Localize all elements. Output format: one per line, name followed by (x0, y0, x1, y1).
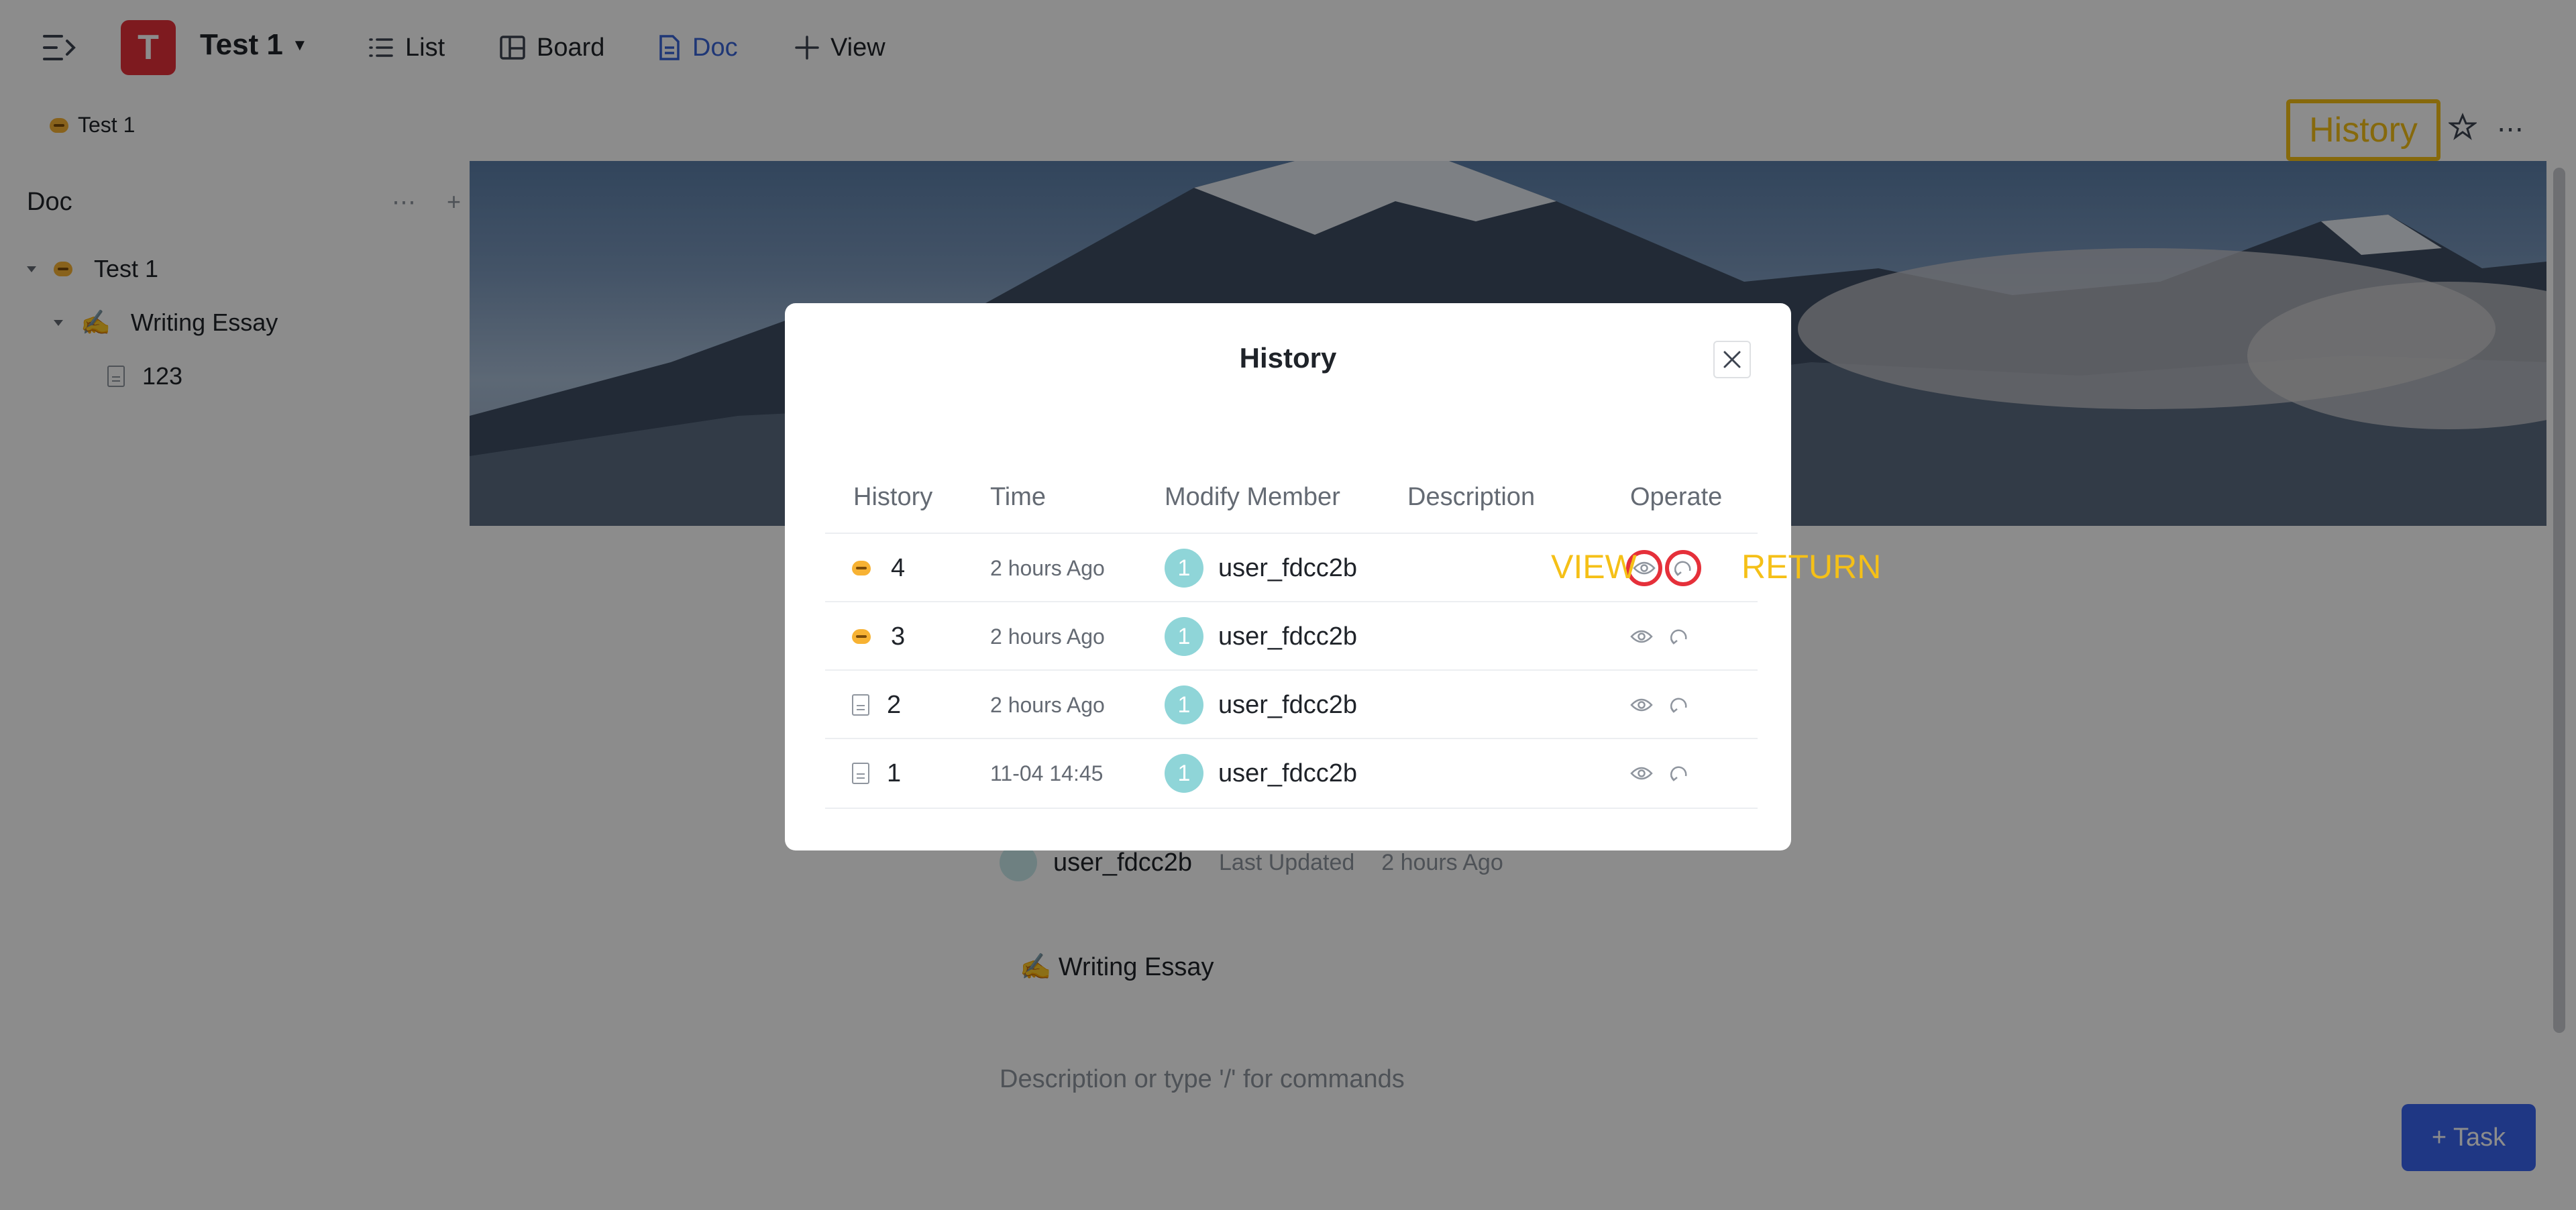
return-button[interactable] (1664, 690, 1695, 720)
eye-icon (1630, 630, 1653, 643)
time-cell: 2 hours Ago (990, 624, 1105, 649)
eye-icon (1630, 698, 1653, 712)
version-cell: 3 (852, 602, 905, 671)
modal-title: History (1239, 342, 1337, 374)
time-cell: 11-04 14:45 (990, 761, 1104, 785)
member-cell: 1 user_fdcc2b (1165, 602, 1357, 671)
doc-icon (852, 763, 869, 784)
column-header-history: History (853, 483, 933, 511)
operate-cell (1626, 671, 1701, 739)
eye-icon (1630, 767, 1653, 780)
view-button[interactable] (1626, 690, 1657, 720)
avatar: 1 (1165, 685, 1203, 724)
avatar: 1 (1165, 549, 1203, 588)
emoji-icon (852, 629, 871, 644)
doc-icon (852, 694, 869, 716)
column-header-time: Time (990, 483, 1046, 511)
restore-icon (1670, 766, 1687, 781)
view-button[interactable] (1626, 758, 1657, 789)
operate-cell (1626, 602, 1701, 671)
time-cell: 2 hours Ago (990, 692, 1105, 717)
return-button[interactable] (1665, 550, 1701, 586)
close-button[interactable] (1713, 341, 1751, 378)
column-header-modify-member: Modify Member (1165, 483, 1340, 511)
restore-icon (1674, 561, 1691, 576)
avatar: 1 (1165, 754, 1203, 793)
emoji-icon (852, 561, 871, 575)
version-cell: 2 (852, 671, 901, 739)
member-name: user_fdcc2b (1218, 553, 1358, 582)
version-number: 1 (887, 759, 902, 787)
history-modal: History History Time Modify Member Descr… (785, 303, 1791, 850)
column-header-operate: Operate (1630, 483, 1723, 511)
annotation-return: RETURN (1741, 548, 1882, 586)
member-name: user_fdcc2b (1218, 759, 1358, 787)
version-number: 3 (891, 622, 906, 651)
member-cell: 1 user_fdcc2b (1165, 671, 1357, 739)
column-header-description: Description (1407, 483, 1536, 511)
return-button[interactable] (1664, 758, 1695, 789)
operate-cell (1626, 739, 1701, 808)
version-number: 2 (887, 690, 902, 719)
member-cell: 1 user_fdcc2b (1165, 739, 1357, 808)
version-number: 4 (891, 553, 906, 582)
restore-icon (1670, 629, 1687, 645)
member-name: user_fdcc2b (1218, 690, 1358, 719)
time-cell: 2 hours Ago (990, 555, 1105, 580)
member-cell: 1 user_fdcc2b (1165, 534, 1357, 602)
table-row: 3 2 hours Ago 1 user_fdcc2b (825, 601, 1758, 671)
return-button[interactable] (1664, 621, 1695, 652)
operate-cell (1626, 534, 1704, 602)
view-button[interactable] (1626, 621, 1657, 652)
restore-icon (1670, 698, 1687, 713)
version-cell: 1 (852, 739, 901, 808)
table-row: 1 11-04 14:45 1 user_fdcc2b (825, 738, 1758, 809)
close-icon (1723, 351, 1741, 368)
annotation-view: VIEW (1551, 548, 1637, 586)
version-cell: 4 (852, 534, 905, 602)
member-name: user_fdcc2b (1218, 622, 1358, 651)
table-row: 2 2 hours Ago 1 user_fdcc2b (825, 669, 1758, 739)
avatar: 1 (1165, 617, 1203, 656)
